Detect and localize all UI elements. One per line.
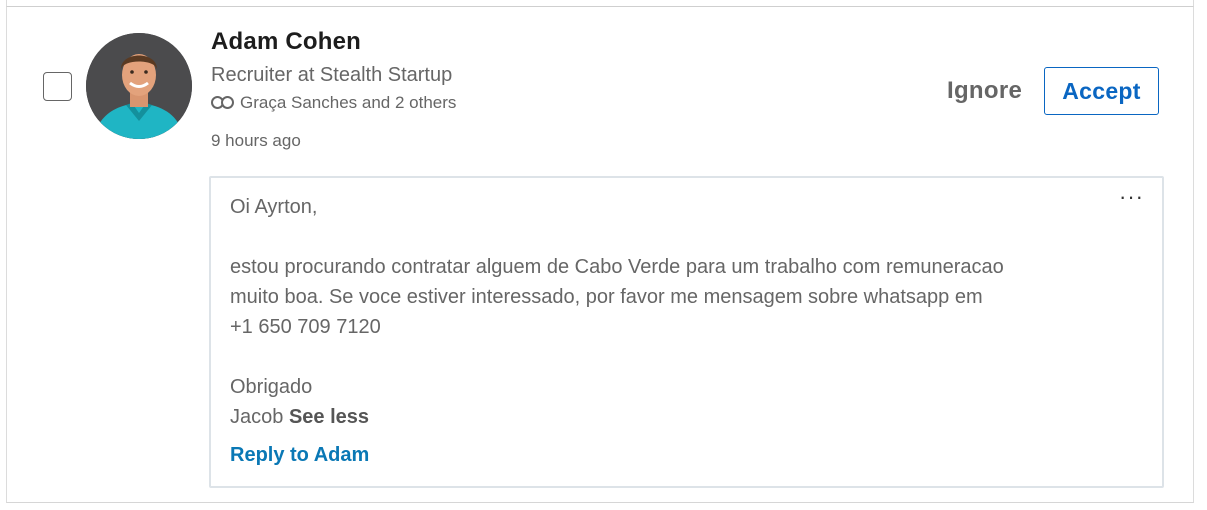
avatar[interactable] [86, 33, 192, 139]
message-signature-line: Jacob See less [230, 402, 1004, 432]
message-signature: Jacob [230, 406, 284, 428]
mutual-connections-icon [211, 95, 235, 111]
message-body-line: estou procurando contratar alguem de Cab… [230, 256, 1004, 278]
mutual-connections[interactable]: Graça Sanches and 2 others [211, 93, 456, 113]
see-less-link[interactable]: See less [289, 406, 369, 428]
message-body-line: muito boa. Se voce estiver interessado, … [230, 286, 983, 308]
more-options-icon[interactable]: ··· [1119, 186, 1144, 208]
accept-button[interactable]: Accept [1044, 67, 1159, 115]
sender-headline: Recruiter at Stealth Startup [211, 64, 453, 86]
select-checkbox[interactable] [43, 72, 72, 101]
message-body-line: +1 650 709 7120 [230, 316, 381, 338]
message-closing: Obrigado [230, 376, 313, 398]
ignore-button[interactable]: Ignore [937, 74, 1032, 108]
message-greeting: Oi Ayrton, [230, 196, 318, 218]
sender-name[interactable]: Adam Cohen [211, 28, 361, 56]
invitation-message: ··· Oi Ayrton, estou procurando contrata… [209, 176, 1164, 488]
timestamp: 9 hours ago [211, 131, 301, 150]
avatar-photo [86, 33, 192, 139]
mutual-connections-label: Graça Sanches and 2 others [240, 93, 457, 112]
message-text: Oi Ayrton, estou procurando contratar al… [230, 192, 1004, 432]
reply-link[interactable]: Reply to Adam [230, 444, 369, 467]
